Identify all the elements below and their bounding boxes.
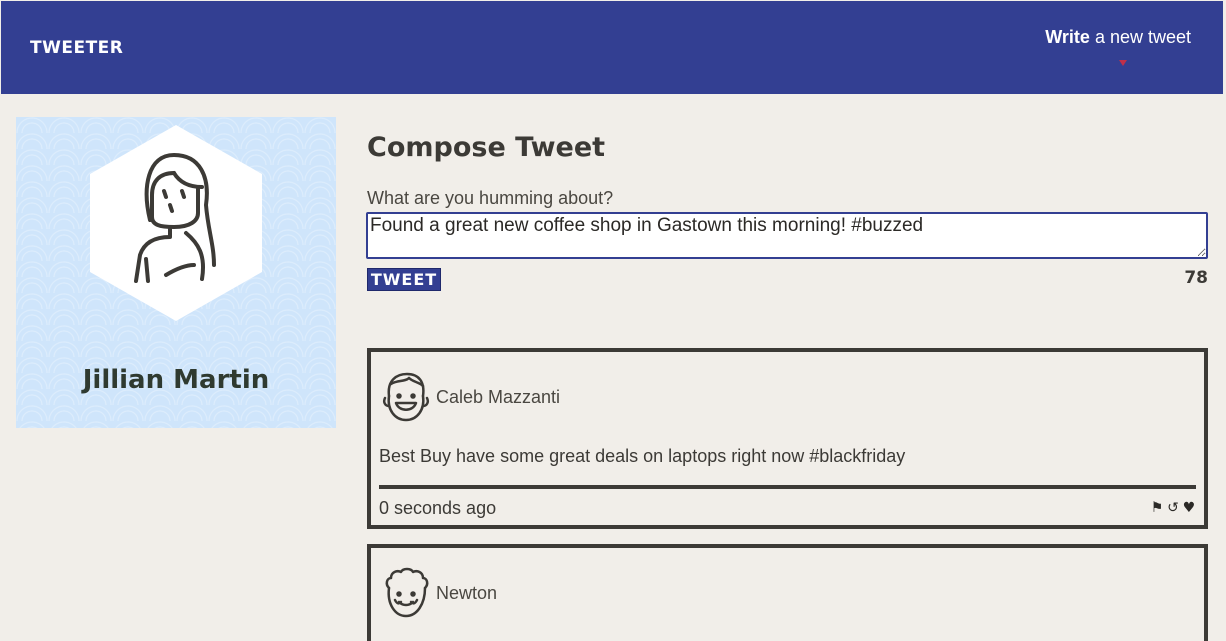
tweet-divider <box>379 485 1196 489</box>
char-counter: 78 <box>1184 268 1208 288</box>
compose-label: What are you humming about? <box>367 188 614 208</box>
tweet-author[interactable]: Newton <box>436 583 497 604</box>
tweet-actions: ⚑ ↺ ♥ <box>1150 500 1196 516</box>
write-new-tweet-link[interactable]: Write a new tweet <box>1045 27 1191 48</box>
user-avatar-icon <box>382 372 430 422</box>
top-navbar: TWEETER Write a new tweet <box>1 1 1223 94</box>
tweet-button[interactable]: TWEET <box>367 268 441 291</box>
tweet-timestamp: 0 seconds ago <box>379 498 497 518</box>
heart-icon[interactable]: ♥ <box>1182 500 1196 516</box>
profile-name: Jillian Martin <box>82 365 270 395</box>
chevron-down-icon[interactable] <box>1119 60 1127 66</box>
retweet-icon[interactable]: ↺ <box>1166 500 1180 516</box>
tweet-card: Newton <box>367 544 1208 641</box>
tweet-textarea[interactable] <box>366 212 1208 259</box>
write-label-bold: Write <box>1045 27 1090 47</box>
write-label-rest: a new tweet <box>1089 27 1191 47</box>
profile-avatar <box>90 125 262 321</box>
brand-logo[interactable]: TWEETER <box>30 38 123 58</box>
tweet-author[interactable]: Caleb Mazzanti <box>436 387 560 408</box>
tweet-body: Best Buy have some great deals on laptop… <box>379 446 906 466</box>
profile-card: Jillian Martin <box>16 117 336 428</box>
tweet-card: Caleb Mazzanti Best Buy have some great … <box>367 348 1208 529</box>
flag-icon[interactable]: ⚑ <box>1150 500 1164 516</box>
compose-title: Compose Tweet <box>367 132 606 163</box>
user-avatar-icon <box>385 567 429 618</box>
